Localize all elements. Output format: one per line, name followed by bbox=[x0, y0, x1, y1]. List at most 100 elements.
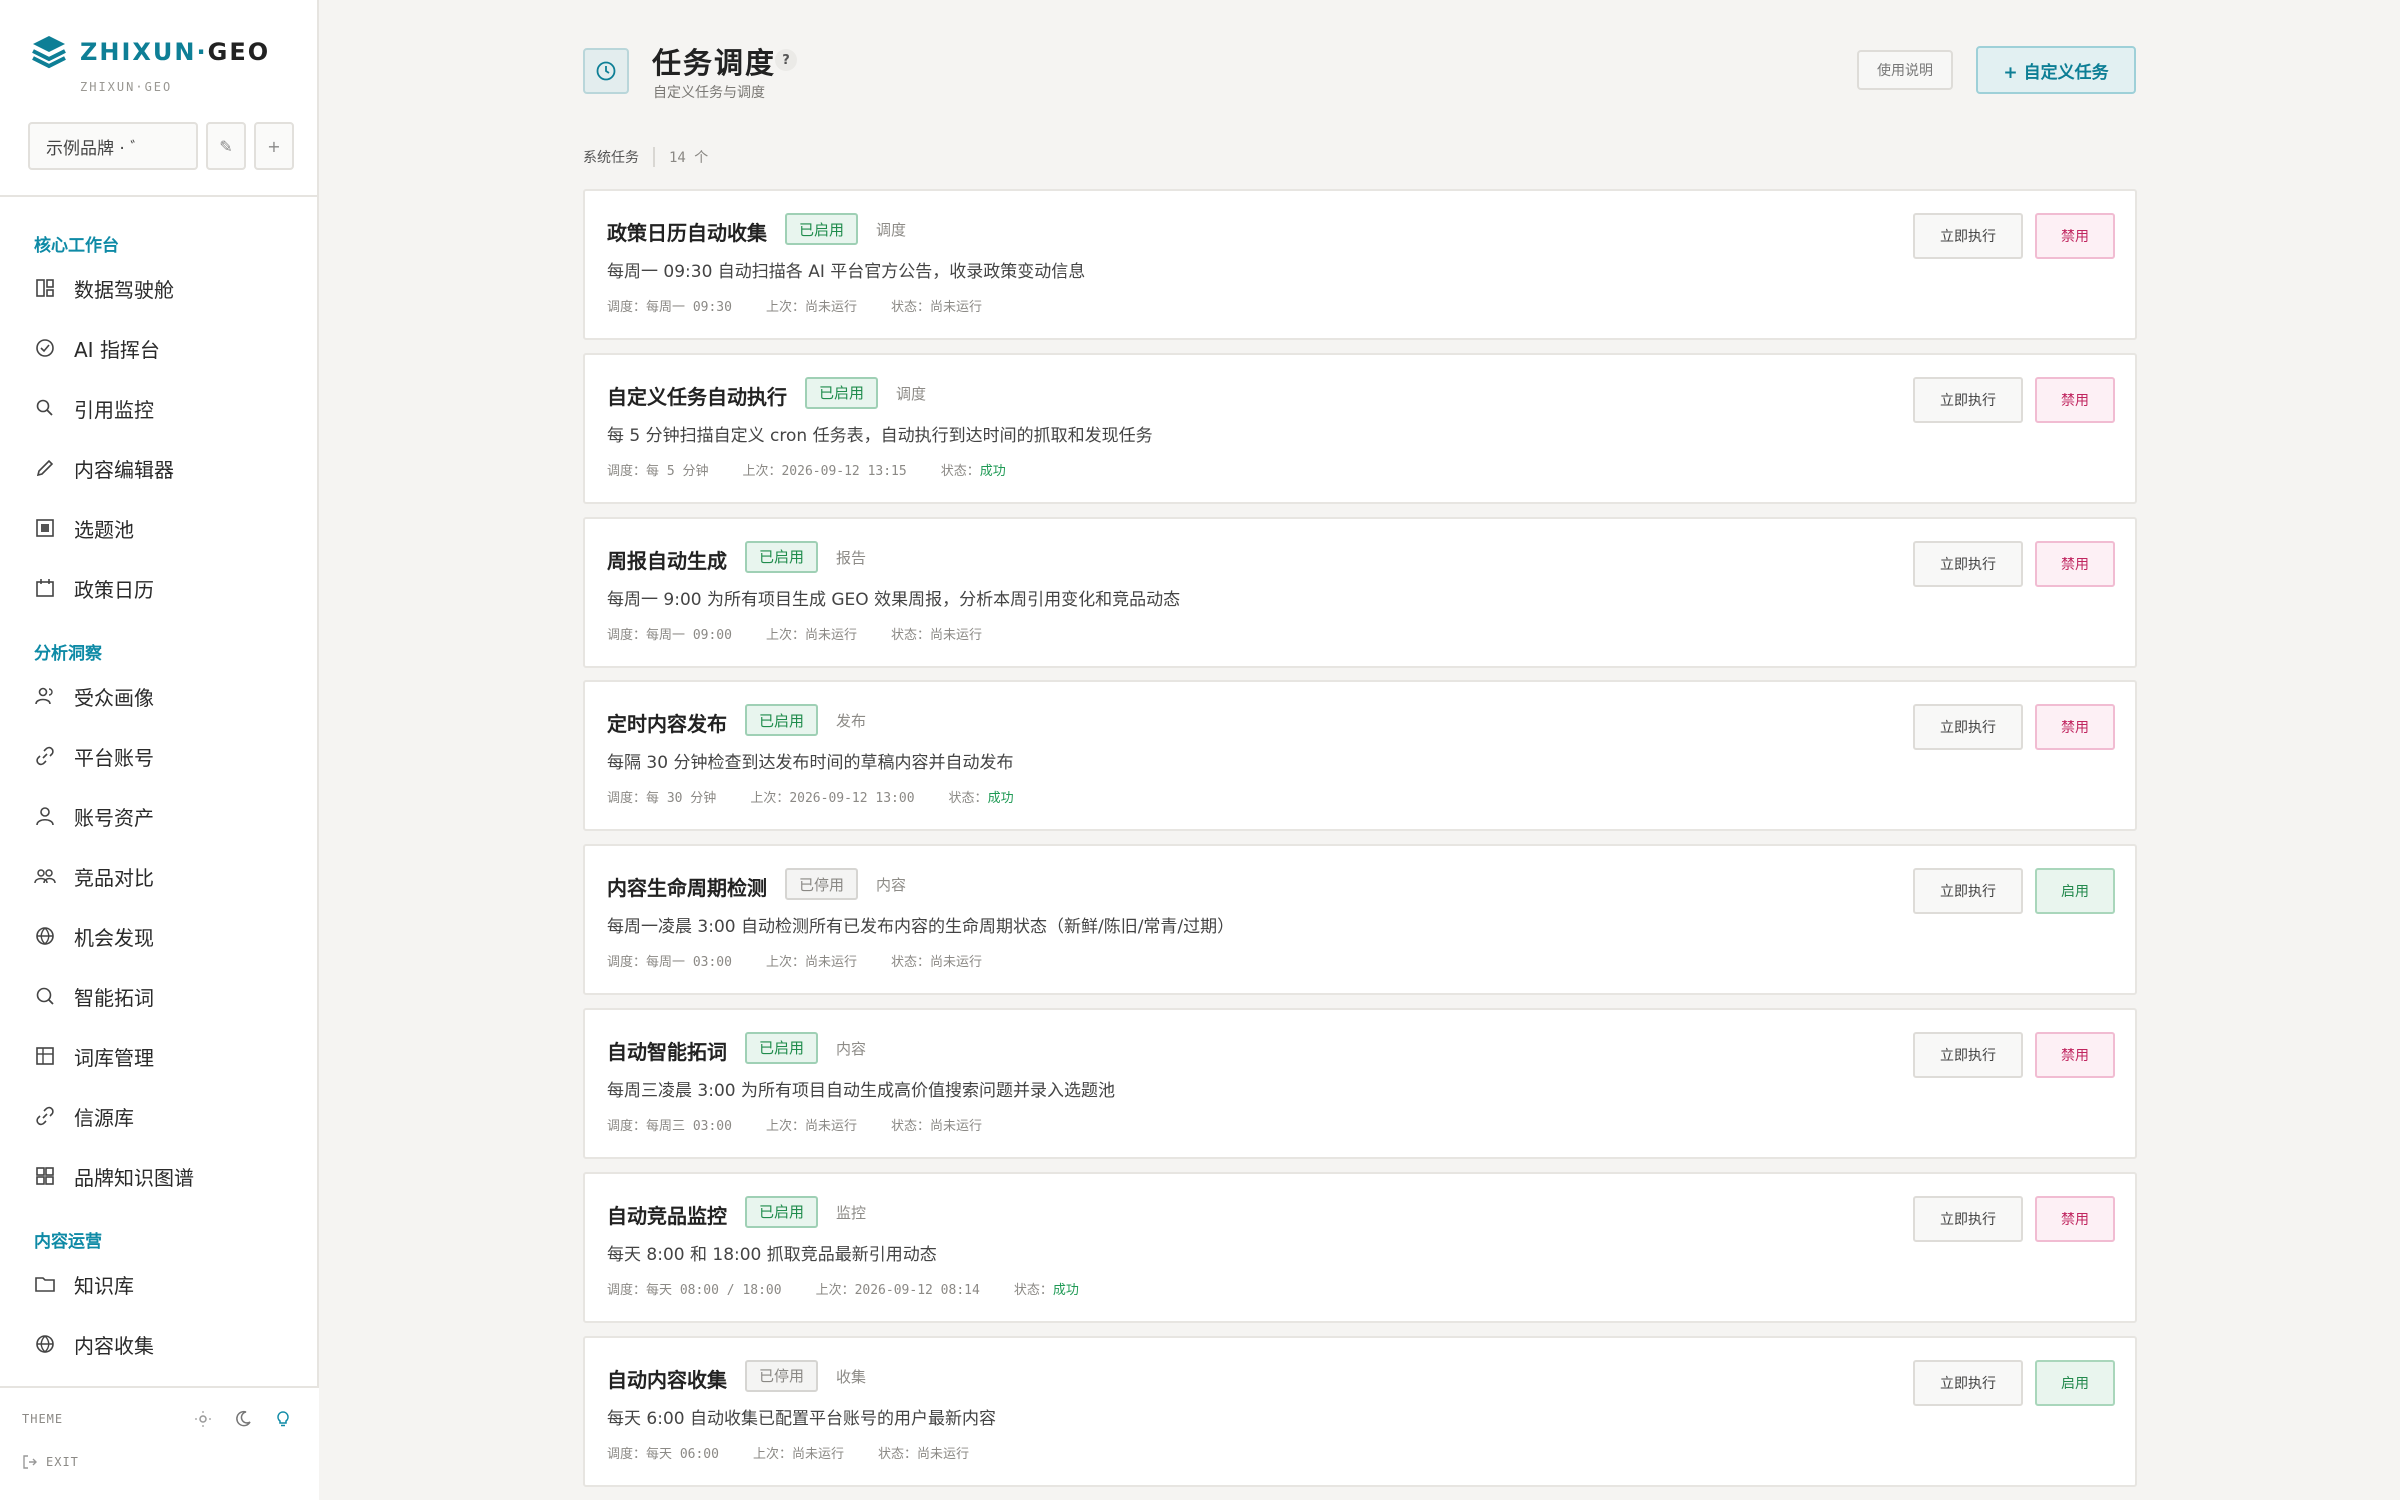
sidebar-item[interactable]: 平台账号 bbox=[0, 726, 319, 786]
task-name: 自动内容收集 bbox=[607, 1367, 727, 1392]
task-status-label: 状态： bbox=[940, 463, 980, 479]
task-last-run: 上次：2026-09-12 13:15 bbox=[742, 463, 907, 479]
task-description: 每 5 分钟扫描自定义 cron 任务表，自动执行到达时间的抓取和发现任务 bbox=[607, 425, 1153, 446]
run-now-button[interactable]: 立即执行 bbox=[1913, 868, 2023, 915]
task-name: 周报自动生成 bbox=[607, 548, 727, 573]
sidebar-item[interactable]: 竞品对比 bbox=[0, 846, 319, 906]
sidebar-item-label: 引用监控 bbox=[74, 397, 154, 422]
task-schedule: 调度：每 5 分钟 bbox=[607, 463, 709, 479]
run-now-button[interactable]: 立即执行 bbox=[1913, 376, 2023, 423]
sidebar-item-label: AI 指挥台 bbox=[74, 337, 160, 362]
help-icon[interactable]: ? bbox=[775, 49, 797, 71]
table-icon bbox=[36, 1047, 54, 1065]
sidebar-item-label: 品牌知识图谱 bbox=[74, 1165, 194, 1190]
group-icon bbox=[34, 869, 56, 884]
logo-geo: GEO bbox=[207, 38, 271, 66]
page-title: 任务调度 bbox=[652, 46, 777, 80]
disable-button[interactable]: 禁用 bbox=[2035, 704, 2115, 751]
usage-guide-button[interactable]: 使用说明 bbox=[1857, 50, 1953, 90]
section-header: 系统任务 14 个 bbox=[583, 147, 708, 167]
theme-label: THEME bbox=[22, 1412, 64, 1426]
nav-section-title: 核心工作台 bbox=[34, 235, 119, 256]
sidebar: ZHIXUN·GEO ZHIXUN·GEO 示例品牌 · ﾞ ✎ + 核心工作台… bbox=[0, 0, 319, 1500]
enable-button[interactable]: 启用 bbox=[2035, 1359, 2115, 1406]
sidebar-item[interactable]: 政策日历 bbox=[0, 558, 319, 618]
task-status: 状态：尚未运行 bbox=[891, 1115, 982, 1134]
sidebar-item-label: 账号资产 bbox=[74, 805, 154, 830]
task-status-value: 尚未运行 bbox=[930, 1118, 983, 1134]
task-schedule: 调度：每周一 09:00 bbox=[607, 627, 732, 643]
task-state-badge: 已启用 bbox=[744, 1031, 818, 1064]
add-custom-task-button[interactable]: + 自定义任务 bbox=[1976, 46, 2136, 94]
grid-icon bbox=[36, 1167, 54, 1185]
enable-button[interactable]: 启用 bbox=[2035, 868, 2115, 915]
logo-layers-icon bbox=[32, 36, 66, 69]
logo[interactable]: ZHIXUN·GEO bbox=[30, 33, 270, 71]
task-name: 内容生命周期检测 bbox=[607, 876, 767, 901]
task-status-value: 尚未运行 bbox=[930, 300, 983, 315]
square-list-icon bbox=[36, 519, 54, 537]
moon-icon[interactable] bbox=[234, 1410, 252, 1428]
sidebar-item[interactable]: 机会发现 bbox=[0, 906, 319, 966]
sidebar-item[interactable]: 词库管理 bbox=[0, 1026, 319, 1086]
run-now-button[interactable]: 立即执行 bbox=[1913, 1031, 2023, 1078]
bulb-icon[interactable] bbox=[274, 1410, 292, 1428]
nav-section-title: 内容运营 bbox=[34, 1231, 102, 1252]
run-now-button[interactable]: 立即执行 bbox=[1913, 1359, 2023, 1406]
sidebar-item-label: 内容编辑器 bbox=[74, 457, 174, 482]
link-icon bbox=[36, 1106, 54, 1126]
sidebar-item[interactable]: 选题池 bbox=[0, 498, 319, 558]
brand-add-button[interactable]: + bbox=[254, 122, 294, 170]
sidebar-item-label: 知识库 bbox=[74, 1273, 134, 1298]
sidebar-item[interactable]: 信源库 bbox=[0, 1086, 319, 1146]
task-name: 政策日历自动收集 bbox=[607, 221, 767, 245]
task-last-run: 上次：尚未运行 bbox=[765, 1118, 857, 1134]
brand-edit-button[interactable]: ✎ bbox=[206, 122, 246, 170]
logo-dot: · bbox=[196, 38, 208, 66]
sidebar-item[interactable]: 内容收集 bbox=[0, 1314, 319, 1374]
run-now-button[interactable]: 立即执行 bbox=[1913, 213, 2023, 259]
sidebar-item[interactable]: 引用监控 bbox=[0, 378, 319, 438]
logo-text: ZHIXUN·GEO bbox=[80, 38, 270, 66]
theme-switcher bbox=[194, 1410, 292, 1428]
task-meta: 调度：每周三 03:00 上次：尚未运行 状态：尚未运行 bbox=[607, 1115, 982, 1134]
sidebar-item[interactable]: 账号资产 bbox=[0, 786, 319, 846]
task-card: 自定义任务自动执行 已启用 调度 每 5 分钟扫描自定义 cron 任务表，自动… bbox=[583, 352, 2137, 504]
task-name: 自定义任务自动执行 bbox=[607, 384, 787, 409]
sidebar-item[interactable]: 品牌知识图谱 bbox=[0, 1146, 319, 1206]
task-status-label: 状态： bbox=[890, 300, 930, 315]
theme-row: THEME bbox=[22, 1410, 292, 1428]
sun-icon[interactable] bbox=[194, 1410, 212, 1428]
task-status-value: 尚未运行 bbox=[930, 955, 983, 971]
sidebar-item[interactable]: 数据驾驶舱 bbox=[0, 258, 319, 318]
sidebar-item[interactable]: 智能拓词 bbox=[0, 966, 319, 1026]
run-now-button[interactable]: 立即执行 bbox=[1913, 704, 2023, 751]
sidebar-item[interactable]: AI 指挥台 bbox=[0, 318, 319, 378]
sidebar-item-label: 信源库 bbox=[74, 1105, 134, 1130]
exit-button[interactable]: EXIT bbox=[22, 1454, 79, 1470]
page-subtitle: 自定义任务与调度 bbox=[653, 85, 765, 101]
disable-button[interactable]: 禁用 bbox=[2035, 376, 2115, 423]
task-description: 每天 6:00 自动收集已配置平台账号的用户最新内容 bbox=[607, 1408, 996, 1429]
brand-row: 示例品牌 · ﾞ ✎ + bbox=[28, 122, 294, 170]
task-status-label: 状态： bbox=[890, 955, 930, 971]
task-state-badge: 已停用 bbox=[784, 868, 858, 901]
pencil-icon bbox=[36, 459, 54, 477]
disable-button[interactable]: 禁用 bbox=[2035, 1031, 2115, 1078]
sidebar-item[interactable]: 内容编辑器 bbox=[0, 438, 319, 498]
disable-button[interactable]: 禁用 bbox=[2035, 540, 2115, 587]
task-status-value: 成功 bbox=[979, 463, 1006, 479]
disable-button[interactable]: 禁用 bbox=[2035, 213, 2115, 259]
user-icon bbox=[36, 807, 54, 826]
task-state-badge: 已启用 bbox=[804, 376, 878, 409]
sidebar-item-label: 机会发现 bbox=[74, 925, 154, 950]
run-now-button[interactable]: 立即执行 bbox=[1913, 540, 2023, 587]
brand-select[interactable]: 示例品牌 · ﾞ bbox=[28, 122, 198, 170]
task-status: 状态：尚未运行 bbox=[891, 624, 982, 643]
task-category: 收集 bbox=[836, 1367, 867, 1386]
disable-button[interactable]: 禁用 bbox=[2035, 1195, 2115, 1242]
sidebar-item[interactable]: 受众画像 bbox=[0, 666, 319, 726]
sidebar-item-label: 选题池 bbox=[74, 517, 134, 542]
sidebar-item[interactable]: 知识库 bbox=[0, 1254, 319, 1314]
run-now-button[interactable]: 立即执行 bbox=[1913, 1195, 2023, 1242]
